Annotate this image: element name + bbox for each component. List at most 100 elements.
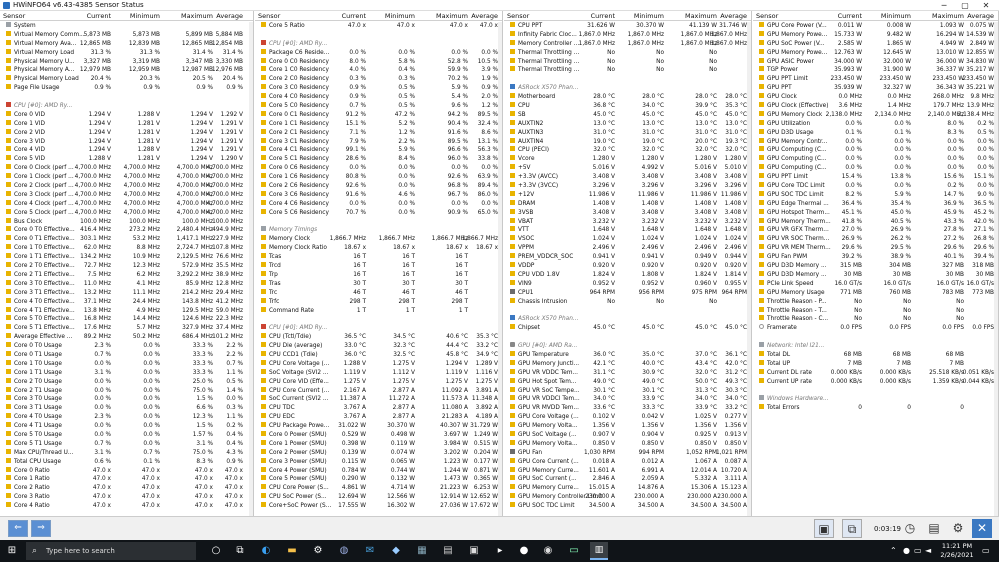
sensor-row[interactable]: CPU CCD1 (Tdie) 36.0 °C 32.5 °C 45.8 °C 34.9… [255,350,502,360]
header-maximum[interactable]: Maximum [685,11,717,21]
header-sensor[interactable]: Sensor [756,11,778,21]
sensor-row[interactable]: Current UP rate 0.000 KB/s 0.000 KB/s 1.359… [753,377,998,387]
sensor-row[interactable]: Core 0 C1 Residency 91.2 % 47.2 % 94.2 % 89.… [255,110,502,120]
header-minimum[interactable]: Minimum [130,11,160,21]
sensor-row[interactable]: SB 45.0 °C 45.0 °C 45.0 °C 45.0 °C [504,110,751,120]
sensor-row[interactable]: GPU Memory Clock 2,138.0 MHz 2,134.0 MHz 2,… [753,110,998,120]
sensor-row[interactable]: Core 3 VID 1.294 V 1.281 V 1.294 V 1.291 V [0,137,253,147]
header-average[interactable]: Average [720,11,747,21]
sensor-row[interactable]: Package C6 Reside... 0.0 % 0.0 % 0.0 % 0.0 % [255,48,502,58]
sensor-row[interactable]: Core 5 C6 Residency 70.7 % 0.0 % 90.9 % 65.0… [255,208,502,218]
sensor-row[interactable]: GPU Memory Powe... 15.733 W 9.482 W 16.294 … [753,30,998,40]
sensor-row[interactable]: GPU Core Current (... 0.018 A 0.012 A 1.067… [504,457,751,467]
volume-icon[interactable]: ◄ [925,545,931,557]
sensor-row[interactable]: Core 4 T1 Usage 0.0 % 0.0 % 1.5 % 0.2 % [0,422,253,431]
sensor-row[interactable]: Chassis Intrusion No No No [504,297,751,307]
maximize-button[interactable]: ▢ [955,0,975,11]
sensor-row[interactable]: CPU 36.8 °C 34.0 °C 39.9 °C 35.3 °C [504,102,751,111]
sensor-row[interactable]: 3VSB 3.408 V 3.408 V 3.408 V 3.408 V [504,208,751,218]
sensor-group-header[interactable]: Memory Timings [255,226,502,235]
sensor-group-header[interactable]: Network: Intel I21... [753,342,998,351]
sensor-group-header[interactable]: ASRock X570 Phan... [504,315,751,324]
sensor-row[interactable]: Throttle Reason - C... No No No [753,315,998,324]
sensor-row[interactable]: Core 1 T1 Effective... 134.2 MHz 10.9 MHz 2… [0,253,253,262]
sensor-row[interactable] [255,31,502,40]
sensor-row[interactable]: Core 1 C1 Residency 15.1 % 5.2 % 90.4 % 32.4… [255,119,502,129]
sensor-row[interactable]: Core 5 Ratio 47.0 x 47.0 x 47.0 x 47.0 x [255,22,502,31]
header-current[interactable]: Current [87,11,111,21]
sensor-row[interactable]: Thermal Throttling ... No No No [504,48,751,58]
sensor-row[interactable]: Physical Memory A... 12,979 MB 12,959 MB 12… [0,66,253,75]
sensor-row[interactable]: GPU PPT Limit 15.4 % 13.8 % 15.6 % 15.1 % [753,173,998,182]
edge-icon[interactable]: ◐ [258,543,274,559]
sensor-row[interactable]: Core 1 Ratio 47.0 x 47.0 x 47.0 x 47.0 x [0,475,253,484]
sensor-row[interactable]: PCIe Link Speed 16.0 GT/s 16.0 GT/s 16.0 GT… [753,279,998,289]
sensor-row[interactable]: Core 1 VID 1.294 V 1.281 V 1.294 V 1.291 V [0,119,253,129]
sensor-row[interactable]: GPU ASIC Power 34.000 W 32.000 W 36.000 W 34… [753,57,998,67]
tray-chevron-icon[interactable]: ⌃ [890,545,897,557]
task-view-icon[interactable]: ⧉ [232,543,248,559]
header-minimum[interactable]: Minimum [385,11,415,21]
sensor-row[interactable]: SoC Current (SVI2 ... 11.387 A 11.272 A 11.… [255,395,502,404]
app-icon-2[interactable]: ◆ [388,543,404,559]
sensor-row[interactable]: CPU VDD 1.8V 1.824 V 1.808 V 1.824 V 1.814 V [504,270,751,280]
sensor-row[interactable]: Core 0 T1 Usage 0.7 % 0.0 % 33.3 % 2.2 % [0,350,253,360]
sensor-row[interactable]: GPU VR VDDCI Tem... 34.0 °C 33.9 °C 34.0 °C… [504,395,751,404]
sensor-row[interactable]: VTT 1.648 V 1.648 V 1.648 V 1.648 V [504,226,751,235]
sensor-row[interactable]: GPU D3D Memory ... 30 MB 30 MB 30 MB 30 MB [753,270,998,280]
settings-icon[interactable]: ⚙ [948,519,968,538]
sensor-row[interactable]: Core+SoC Power (S... 17.555 W 16.302 W 27.0… [255,502,502,511]
sensor-row[interactable]: Virtual Memory Load 31.3 % 31.3 % 31.4 % 31.… [0,48,253,58]
sensor-row[interactable]: Core 4 C1 Residency 99.1 % 5.9 % 96.6 % 56.3… [255,146,502,155]
chrome-icon[interactable]: ◉ [540,543,556,559]
sensor-row[interactable]: GPU SoC Power (V... 2.585 W 1.865 W 4.949 W… [753,39,998,49]
sensor-row[interactable]: Memory Clock Ratio 18.67 x 18.67 x 18.67 x 1… [255,244,502,253]
header-maximum[interactable]: Maximum [932,11,964,21]
sensor-row[interactable]: CPU Die (average) 33.0 °C 32.3 °C 44.4 °C 33… [255,342,502,351]
sensor-row[interactable]: CPU EDC 3.767 A 2.877 A 21.283 A 4.189 A [255,413,502,422]
sensor-row[interactable]: Core 5 C1 Residency 28.6 % 8.4 % 96.0 % 33.8… [255,155,502,164]
sensor-row[interactable]: Core 1 C0 Residency 4.0 % 0.4 % 59.9 % 3.9 % [255,66,502,75]
sensor-row[interactable] [504,333,751,342]
sensor-group-header[interactable]: GPU [#0]: AMD Ra... [504,342,751,351]
sensor-row[interactable]: Current DL rate 0.000 KB/s 0.000 KB/s 25.51… [753,368,998,378]
sensor-row[interactable]: GPU Memory Contr... 0.0 % 0.0 % 0.0 % 0.0 % [753,137,998,147]
sensor-row[interactable]: Total Errors 0 0 0 [753,404,998,413]
hwinfo-taskbar-button[interactable]: ▥ [590,542,608,560]
sensor-row[interactable]: Motherboard 28.0 °C 28.0 °C 28.0 °C 28.0 °C [504,93,751,102]
app-icon-3[interactable]: ▦ [414,543,430,559]
sensor-row[interactable]: Command Rate 1 T 1 T 1 T [255,306,502,316]
header-maximum[interactable]: Maximum [181,11,213,21]
tray-mic-icon[interactable]: ● [903,545,910,557]
sensor-row[interactable]: Core 1 T0 Effective... 62.0 MHz 8.8 MHz 2,7… [0,244,253,253]
sensor-row[interactable]: GPU Computing (C... 0.0 % 0.0 % 0.0 % 0.0 % [753,155,998,164]
sensor-row[interactable]: CPU TDC 3.767 A 2.877 A 11.080 A 3.892 A [255,404,502,413]
header-average[interactable]: Average [216,11,243,21]
sensor-row[interactable]: Tras 30 T 30 T 30 T [255,279,502,289]
sensor-row[interactable]: Core 0 T0 Effective... 416.4 MHz 273.2 MHz… [0,226,253,235]
sensor-row[interactable]: Core 4 Power (SMU) 0.784 W 0.744 W 1.244 W0… [255,466,502,476]
sensor-row[interactable]: GPU PPT 35.939 W 32.327 W 36.343 W 35.221 W [753,84,998,93]
sensor-row[interactable]: Trfc 298 T 298 T 298 T [255,297,502,307]
header-average[interactable]: Average [967,11,994,21]
sensor-row[interactable]: GPU Memory Volta... 1.356 V 1.356 V 1.356 V… [504,422,751,431]
sensor-row[interactable]: GPU Hot Spot Tem... 49.0 °C 49.0 °C 50.0 °C… [504,377,751,387]
sensor-row[interactable] [504,75,751,84]
sensor-row[interactable]: Physical Memory U... 3,327 MB 3,319 MB 3,34… [0,57,253,67]
sensor-row[interactable] [753,387,998,396]
sensor-row[interactable]: GPU D3D Memory ... 315 MB 304 MB 327 MB 318 … [753,262,998,271]
close-button[interactable]: ✕ [976,0,996,11]
sensor-row[interactable]: Core 1 Power (SMU) 0.398 W 0.119 W 3.984 W0… [255,439,502,449]
sensor-group-header[interactable]: CPU [#0]: AMD Ry... [0,102,253,111]
sensor-row[interactable]: Core 2 C0 Residency 0.3 % 0.3 % 70.2 % 1.9 % [255,75,502,84]
sensor-row[interactable]: +5V 5.016 V 4.992 V 5.016 V 5.010 V [504,164,751,173]
report-icon[interactable]: ▤ [924,519,944,538]
sensor-row[interactable]: Core 5 C0 Residency 0.7 % 0.5 % 9.6 % 1.2 % [255,102,502,111]
sensor-row[interactable]: VIN9 0.952 V 0.952 V 0.960 V 0.955 V [504,279,751,289]
sensor-row[interactable]: GPU Temperature 36.0 °C 35.0 °C 37.0 °C 36.1… [504,350,751,360]
sensor-row[interactable]: CPU (PECI) 32.0 °C 32.0 °C 32.0 °C 32.0 °C [504,146,751,155]
sensor-group-header[interactable]: Windows Hardware... [753,395,998,404]
sensor-row[interactable]: CPU PPT 31.626 W 30.370 W 41.139 W 31.746 W [504,22,751,31]
sensor-row[interactable]: Core 2 Power (SMU) 0.139 W 0.074 W 3.202 W0… [255,448,502,458]
prime-video-icon[interactable]: ▶ [492,543,508,559]
